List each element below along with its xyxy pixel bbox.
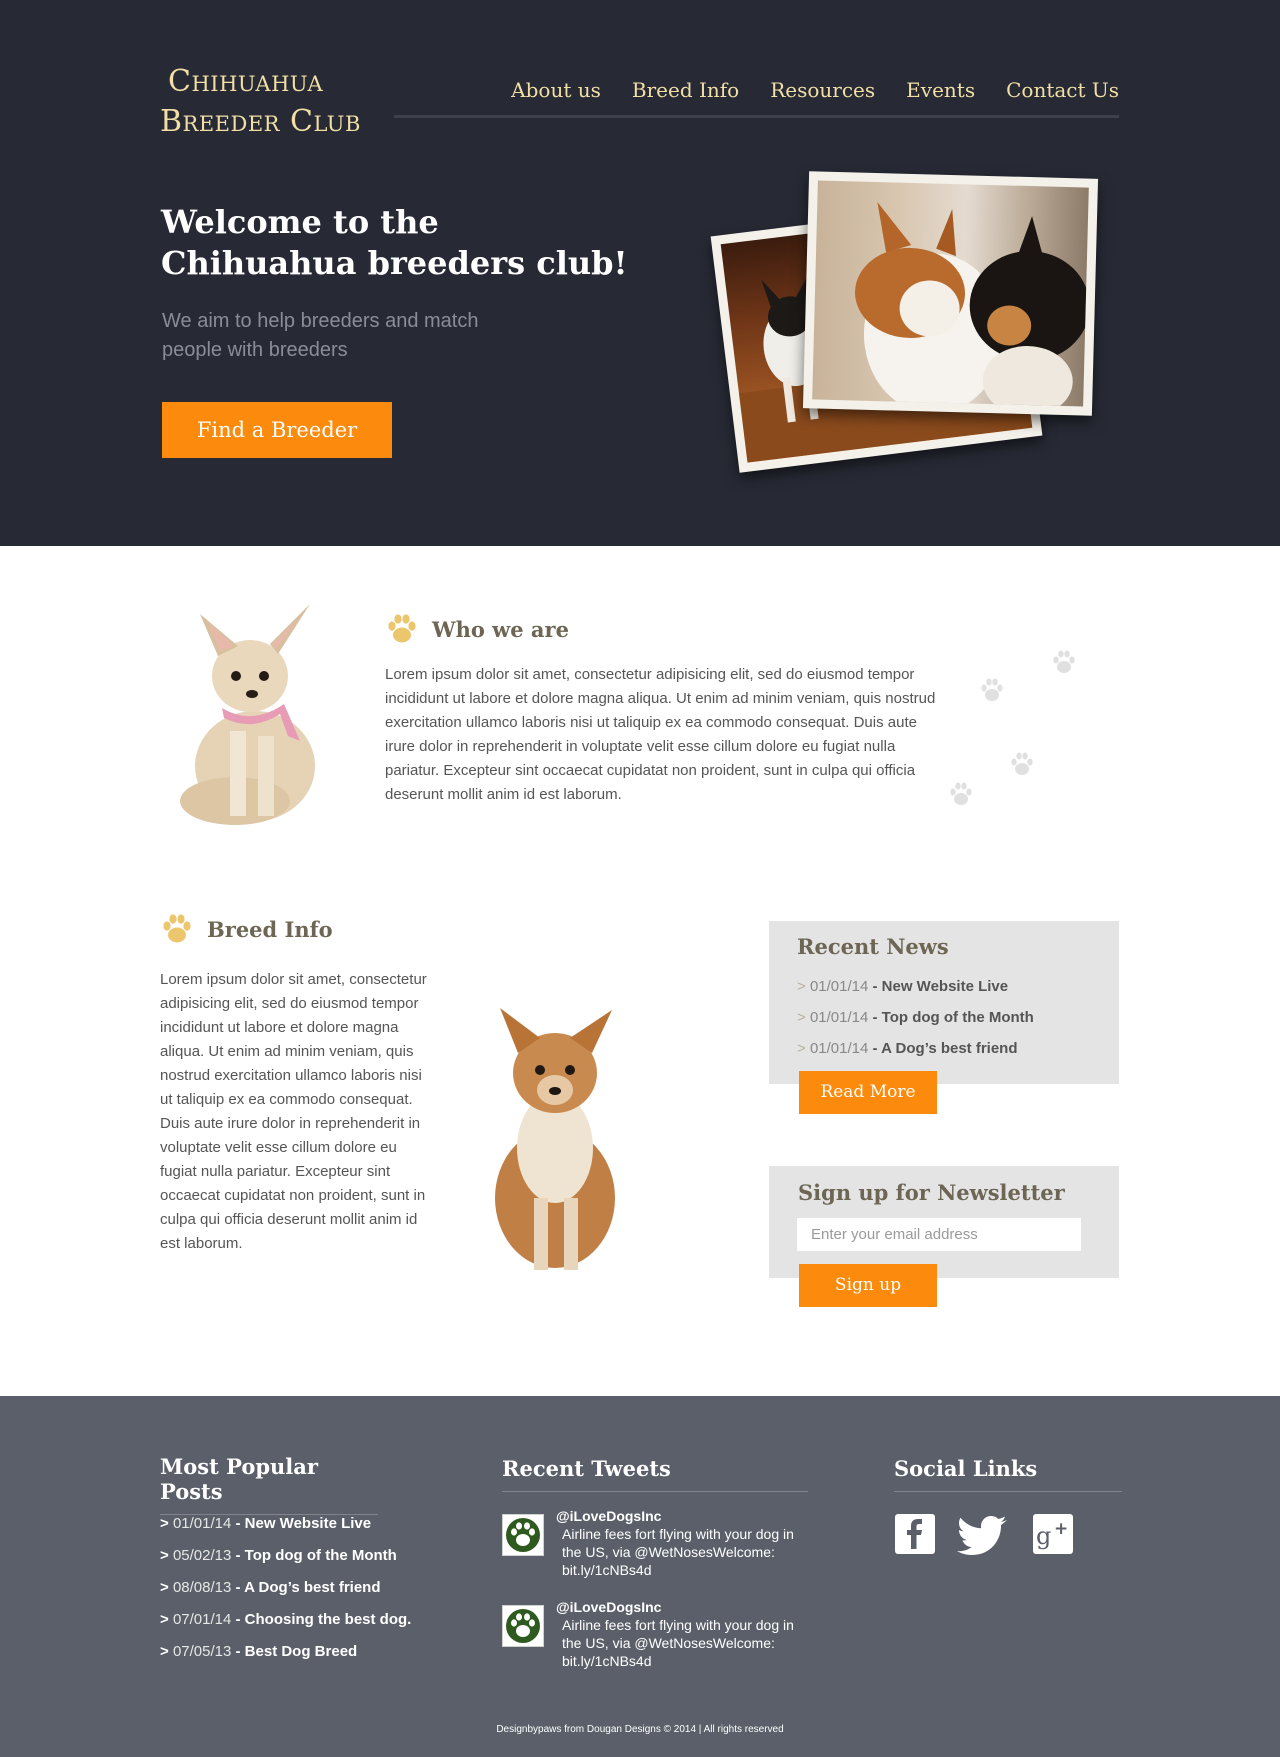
paw-logo-icon — [506, 1518, 540, 1552]
news-title: Top dog of the Month — [881, 1009, 1034, 1026]
sign-up-button[interactable]: Sign up — [799, 1264, 937, 1307]
news-item[interactable]: > 01/01/14 - Top dog of the Month — [797, 1002, 1091, 1033]
svg-text:+: + — [1054, 1519, 1068, 1539]
news-date: 01/01/14 — [809, 1040, 869, 1057]
read-more-button[interactable]: Read More — [799, 1071, 937, 1114]
post-title: New Website Live — [244, 1515, 372, 1532]
arrow-icon: > — [797, 978, 810, 995]
news-title: A Dog’s best friend — [881, 1040, 1018, 1057]
find-breeder-button[interactable]: Find a Breeder — [162, 402, 392, 458]
chihuahua-sitting-image — [180, 604, 315, 825]
post-date: 08/08/13 — [172, 1579, 232, 1596]
popular-post-item[interactable]: > 05/02/13 - Top dog of the Month — [160, 1540, 411, 1572]
facebook-icon[interactable] — [894, 1513, 936, 1555]
post-title: Best Dog Breed — [244, 1643, 358, 1660]
copyright-text: Designbypaws from Dougan Designs © 2014 … — [496, 1724, 784, 1735]
post-title: Choosing the best dog. — [244, 1611, 412, 1628]
popular-posts-title: Most Popular Posts — [160, 1454, 378, 1515]
popular-post-item[interactable]: > 07/05/13 - Best Dog Breed — [160, 1636, 411, 1668]
tweet-item: @iLoveDogsInc Airline fees fort flying w… — [502, 1599, 822, 1675]
logo-line-2: Breeder Club — [160, 104, 361, 139]
post-date: 01/01/14 — [172, 1515, 232, 1532]
main-nav: About us Breed Info Resources Events Con… — [394, 78, 1119, 118]
who-we-are-text: Lorem ipsum dolor sit amet, consectetur … — [385, 666, 936, 803]
hero-title: Welcome to the Chihuahua breeders club! — [161, 203, 628, 282]
tweet-avatar[interactable] — [502, 1514, 544, 1556]
news-item[interactable]: > 01/01/14 - A Dog’s best friend — [797, 1033, 1091, 1064]
paw-icon — [388, 614, 416, 643]
hero-section: Chihuahua Breeder Club About us Breed In… — [0, 0, 1280, 546]
nav-breed-info[interactable]: Breed Info — [632, 78, 739, 102]
tweet-handle[interactable]: @iLoveDogsInc — [556, 1508, 661, 1524]
long-hair-chihuahua-image — [495, 1008, 615, 1270]
popular-post-item[interactable]: > 08/08/13 - A Dog’s best friend — [160, 1572, 411, 1604]
site-logo[interactable]: Chihuahua Breeder Club — [160, 62, 370, 142]
tweet-text: Airline fees fort flying with your dog i… — [562, 1526, 794, 1578]
footer: Most Popular Posts > 01/01/14 - New Webs… — [0, 1396, 1280, 1757]
who-we-are-title: Who we are — [432, 616, 569, 642]
tweet-handle[interactable]: @iLoveDogsInc — [556, 1599, 661, 1615]
popular-posts-list: > 01/01/14 - New Website Live > 05/02/13… — [160, 1508, 411, 1668]
arrow-icon: > — [797, 1009, 810, 1026]
who-we-are-heading: Who we are — [385, 612, 569, 646]
paw-logo-icon — [506, 1609, 540, 1643]
news-item[interactable]: > 01/01/14 - New Website Live — [797, 971, 1091, 1002]
post-date: 05/02/13 — [172, 1547, 232, 1564]
hero-subtitle: We aim to help breeders and match people… — [162, 310, 479, 361]
recent-news-title: Recent News — [797, 934, 949, 959]
breed-info-title: Breed Info — [207, 916, 333, 942]
recent-news-box: Recent News > 01/01/14 - New Website Liv… — [769, 921, 1119, 1084]
nav-events[interactable]: Events — [906, 78, 975, 102]
nav-resources[interactable]: Resources — [770, 78, 875, 102]
post-date: 07/01/14 — [172, 1611, 232, 1628]
google-plus-icon[interactable]: g + — [1032, 1513, 1074, 1555]
twitter-icon[interactable] — [957, 1513, 1009, 1555]
tweet-item: @iLoveDogsInc Airline fees fort flying w… — [502, 1508, 822, 1584]
post-title: Top dog of the Month — [244, 1547, 397, 1564]
post-date: 07/05/13 — [172, 1643, 232, 1660]
tweet-avatar[interactable] — [502, 1605, 544, 1647]
recent-tweets-title: Recent Tweets — [502, 1456, 808, 1492]
email-field[interactable] — [797, 1218, 1081, 1251]
news-title: New Website Live — [881, 978, 1009, 995]
paw-trail-icon — [950, 650, 1075, 805]
post-title: A Dog’s best friend — [244, 1579, 381, 1596]
logo-line-1: Chihuahua — [168, 64, 324, 99]
social-links-title: Social Links — [894, 1456, 1122, 1492]
nav-contact-us[interactable]: Contact Us — [1006, 78, 1119, 102]
popular-post-item[interactable]: > 01/01/14 - New Website Live — [160, 1508, 411, 1540]
breed-info-text: Lorem ipsum dolor sit amet, consectetur … — [160, 971, 427, 1252]
newsletter-title: Sign up for Newsletter — [798, 1180, 1065, 1205]
newsletter-box: Sign up for Newsletter — [769, 1166, 1119, 1278]
arrow-icon: > — [797, 1040, 810, 1057]
news-date: 01/01/14 — [809, 978, 869, 995]
breed-info-heading: Breed Info — [160, 912, 333, 946]
hero-photo-front — [802, 171, 1099, 416]
popular-post-item[interactable]: > 07/01/14 - Choosing the best dog. — [160, 1604, 411, 1636]
news-date: 01/01/14 — [809, 1009, 869, 1026]
nav-about-us[interactable]: About us — [511, 78, 601, 102]
paw-icon — [163, 914, 191, 943]
tweet-text: Airline fees fort flying with your dog i… — [562, 1617, 794, 1669]
svg-text:g: g — [1036, 1522, 1051, 1550]
